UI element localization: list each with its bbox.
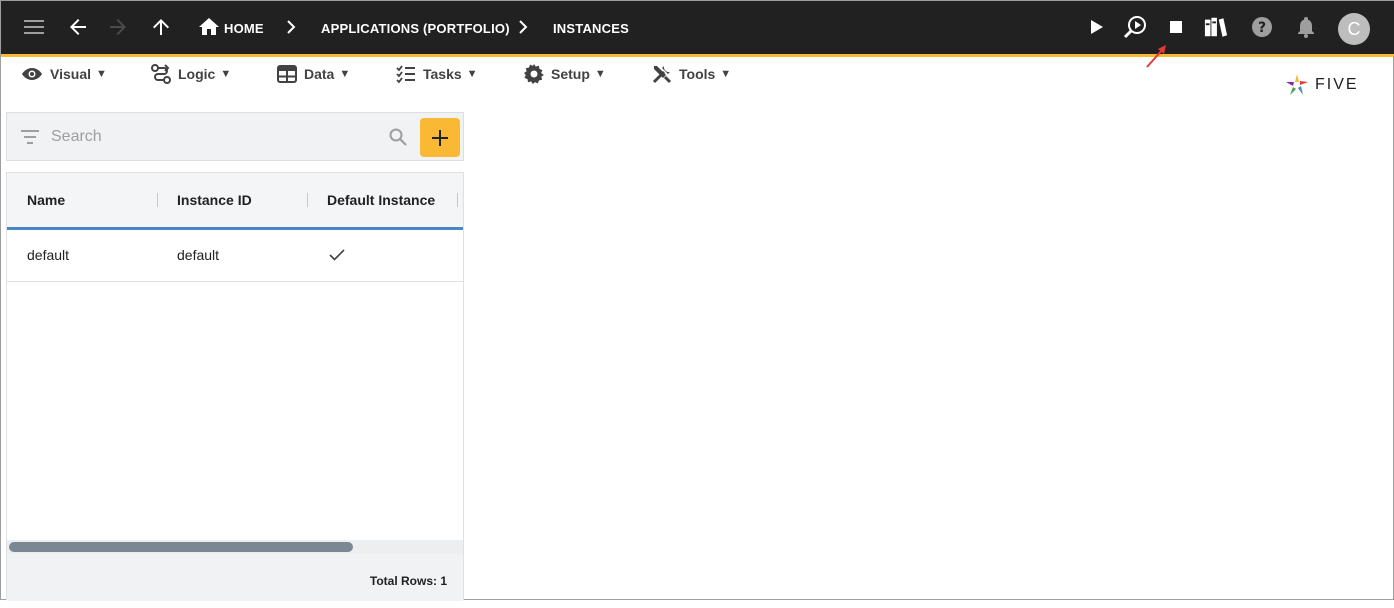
breadcrumb-applications[interactable]: APPLICATIONS (PORTFOLIO) [321, 1, 510, 57]
run-search-icon[interactable] [1123, 15, 1147, 39]
library-icon[interactable] [1204, 15, 1228, 39]
column-divider[interactable] [307, 193, 308, 207]
app-window: HOME APPLICATIONS (PORTFOLIO) INSTANCES … [0, 0, 1394, 601]
cell-instance-id: default [177, 247, 220, 263]
chevron-right-icon [279, 15, 303, 39]
forward-arrow-icon [106, 15, 130, 39]
caret-down-icon: ▼ [339, 68, 351, 80]
column-header-default-instance[interactable]: Default Instance [327, 173, 435, 227]
cell-name: default [27, 247, 70, 263]
menu-visual[interactable]: Visual ▼ [21, 63, 107, 85]
svg-text:?: ? [1258, 20, 1266, 36]
menu-setup-label: Setup [551, 66, 590, 82]
help-icon[interactable]: ? [1250, 15, 1274, 39]
menu-logic[interactable]: Logic ▼ [151, 63, 231, 85]
search-bar [6, 112, 464, 161]
scrollbar-thumb[interactable] [9, 542, 353, 552]
home-icon[interactable] [197, 15, 221, 39]
menu-visual-label: Visual [50, 66, 91, 82]
avatar[interactable]: C [1338, 13, 1370, 45]
checkmark-icon [329, 249, 345, 263]
add-button[interactable] [420, 118, 460, 157]
caret-down-icon: ▼ [720, 68, 732, 80]
chevron-right-icon [511, 15, 535, 39]
menu-tools[interactable]: Tools ▼ [652, 63, 731, 85]
table-footer: Total Rows: 1 [7, 554, 463, 601]
column-divider[interactable] [157, 193, 158, 207]
bell-icon[interactable] [1294, 15, 1318, 39]
tools-icon [652, 66, 672, 84]
menu-logic-label: Logic [178, 66, 216, 82]
filter-icon[interactable] [21, 130, 39, 144]
menu-tools-label: Tools [679, 66, 716, 82]
table-header: Name Instance ID Default Instance [7, 173, 463, 230]
menu-setup[interactable]: Setup ▼ [524, 63, 606, 85]
horizontal-scrollbar[interactable] [7, 540, 463, 554]
play-icon[interactable] [1085, 15, 1109, 39]
logic-icon [151, 64, 171, 84]
caret-down-icon: ▼ [220, 68, 232, 80]
up-arrow-icon[interactable] [149, 15, 173, 39]
logo-text: FIVE [1315, 76, 1359, 93]
column-header-instance-id[interactable]: Instance ID [177, 173, 252, 227]
menu-data-label: Data [304, 66, 335, 82]
menu-tasks[interactable]: Tasks ▼ [396, 63, 478, 85]
table-row[interactable]: default default [7, 230, 463, 282]
caret-down-icon: ▼ [594, 68, 606, 80]
column-header-name[interactable]: Name [27, 173, 65, 227]
table-icon [277, 65, 297, 83]
search-icon[interactable] [389, 128, 407, 146]
gear-icon [524, 64, 544, 84]
top-bar: HOME APPLICATIONS (PORTFOLIO) INSTANCES … [1, 1, 1394, 57]
plus-icon [432, 129, 448, 146]
instances-table: Name Instance ID Default Instance defaul… [6, 172, 464, 601]
menu-icon[interactable] [22, 15, 46, 39]
column-divider[interactable] [457, 193, 458, 207]
breadcrumb-home[interactable]: HOME [224, 1, 264, 57]
five-logo: FIVE [1285, 71, 1375, 99]
search-input[interactable] [51, 125, 371, 149]
eye-icon [22, 68, 42, 80]
back-arrow-icon[interactable] [66, 15, 90, 39]
breadcrumb-instances: INSTANCES [553, 21, 629, 36]
caret-down-icon: ▼ [96, 68, 107, 80]
menu-data[interactable]: Data ▼ [277, 63, 350, 85]
toolbar-menu: Visual ▼ Logic ▼ Data ▼ Tasks ▼ Setup ▼ … [1, 57, 1394, 91]
checklist-icon [396, 65, 415, 83]
stop-icon[interactable] [1164, 15, 1188, 39]
caret-down-icon: ▼ [466, 68, 478, 80]
five-logo-icon [1286, 74, 1308, 95]
menu-tasks-label: Tasks [423, 66, 462, 82]
